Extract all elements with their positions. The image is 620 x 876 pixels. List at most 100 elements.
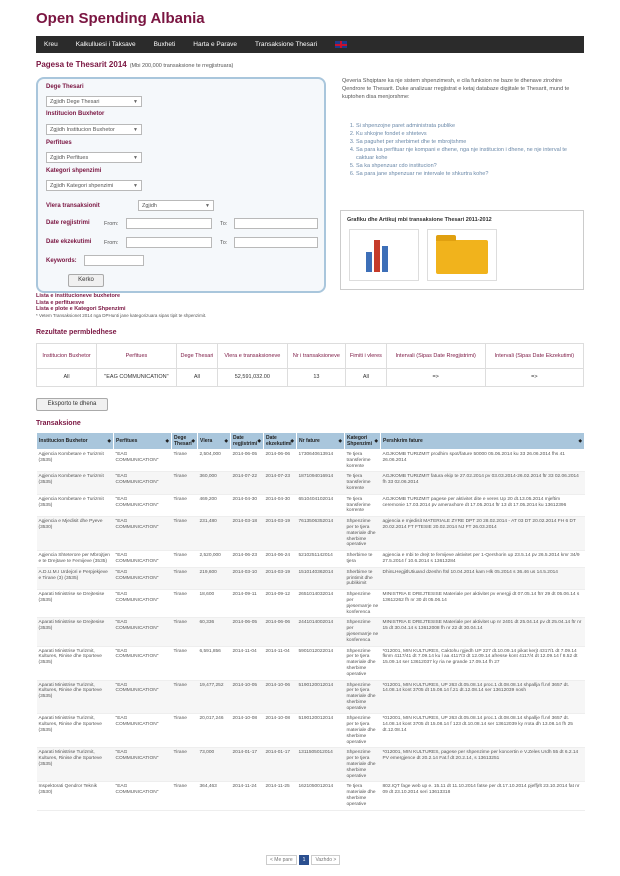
results-cell: All	[345, 367, 387, 388]
table-cell: 2014-07-23	[263, 471, 297, 495]
table-cell: 2014-10-06	[263, 680, 297, 715]
column-header[interactable]: Vlera ◆	[197, 432, 231, 450]
column-header[interactable]: Perfitues ◆	[113, 432, 172, 450]
institucion-label: Institucion Buxhetor	[46, 111, 105, 117]
table-cell: Aparati Ministrise se Drejtesise (3535)	[36, 589, 114, 619]
table-row: Agjencia e Mjedisit dhe Pyeve (3530) "EAG…	[36, 516, 585, 552]
chart-thumbnail[interactable]	[349, 229, 419, 281]
table-cell: *012001, MIN KULTURES, pagese per shpenz…	[380, 747, 585, 783]
from-label: From:	[104, 240, 119, 246]
date-ekz-label: Date ekzekutimi	[46, 239, 92, 245]
nav-harta[interactable]: Harta e Parave	[193, 41, 237, 48]
column-header[interactable]: Date ekzekutimi ◆	[263, 432, 297, 450]
table-cell: 2014-07-22	[230, 471, 264, 495]
table-cell: 5190120012014	[296, 713, 345, 749]
chevron-down-icon: ▼	[133, 183, 138, 189]
column-header[interactable]: Institucion Buxhetor ◆	[36, 432, 114, 450]
table-cell: 2014-03-18	[230, 516, 264, 552]
table-cell: Shpenzime per te tjera materiale dhe she…	[344, 747, 381, 783]
nav-kalkulluesi[interactable]: Kalkulluesi i Taksave	[76, 41, 136, 48]
table-cell: Agjencia Kombetare e Turizmit (3535)	[36, 494, 114, 518]
results-header: Vlera e transaksioneve	[217, 343, 288, 369]
table-cell: AGJKOMB TURIZMIT pagese per aktivitet di…	[380, 494, 585, 518]
date-ekz-to-input[interactable]	[234, 237, 318, 248]
table-cell: 1871094016914	[296, 471, 345, 495]
table-cell: 19,477,252	[197, 680, 231, 715]
table-cell: 1621050012014	[296, 781, 345, 811]
search-button[interactable]: Kerko	[68, 274, 104, 287]
date-ekz-from-input[interactable]	[126, 237, 212, 248]
table-cell: Shpenzime per te tjera materiale dhe she…	[344, 646, 381, 681]
table-cell: Shpenzime per te tjera materiale dhe she…	[344, 680, 381, 715]
table-cell: 2,504,000	[197, 449, 231, 473]
table-cell: 2014-03-19	[263, 516, 297, 552]
search-form: Dege Thesari Zgjidh Dege Thesari ▼ Instit…	[36, 77, 326, 293]
table-cell: "EAG COMMUNICATION"	[113, 747, 172, 783]
dege-label: Dege Thesari	[46, 84, 84, 90]
results-cell: All	[35, 367, 98, 388]
table-cell: 5190120012014	[296, 680, 345, 715]
sort-icon: ◆	[338, 438, 342, 443]
nav-kreu[interactable]: Kreu	[44, 41, 58, 48]
to-label: To:	[220, 240, 228, 246]
table-cell: Te tjera transferime korrente	[344, 494, 381, 518]
table-cell: 2014-10-08	[263, 713, 297, 749]
perfitues-select[interactable]: Zgjidh Perfitues ▼	[46, 152, 142, 163]
institucion-select[interactable]: Zgjidh Institucion Buxhetor ▼	[46, 124, 142, 135]
kategori-select[interactable]: Zgjidh Kategori shpenzimi ▼	[46, 180, 142, 191]
table-cell: Sherbime te printimit dhe publikimit	[344, 567, 381, 591]
nav-transaksione[interactable]: Transaksione Thesari	[255, 41, 317, 48]
table-cell: 469,200	[197, 494, 231, 518]
table-cell: Tirane	[171, 680, 198, 715]
prev-page-button[interactable]: < Me pare	[266, 855, 297, 865]
table-row: Agjencia Kombetare e Turizmit (3535) "EAG…	[36, 494, 585, 518]
table-cell: Agjencia Kombetare e Turizmit (3535)	[36, 471, 114, 495]
table-cell: "EAG COMMUNICATION"	[113, 494, 172, 518]
results-cell: All	[175, 367, 219, 388]
keywords-input[interactable]	[84, 255, 144, 266]
results-table: Institucion Buxhetor Perfitues Dege Thes…	[35, 343, 585, 388]
date-reg-to-input[interactable]	[234, 218, 318, 229]
column-header[interactable]: Dege Thesari ◆	[171, 432, 198, 450]
table-cell: "EAG COMMUNICATION"	[113, 589, 172, 619]
table-cell: 2014-11-04	[230, 646, 264, 681]
vlera-select[interactable]: Zgjidh ▼	[138, 200, 214, 211]
column-header[interactable]: Kategori Shpenzimi ◆	[344, 432, 381, 450]
table-row: Aparati Ministrise Turizmit, Kultures, R…	[36, 646, 585, 681]
table-cell: Agjencia Kombetare e Turizmit (3535)	[36, 449, 114, 473]
chart-bar	[374, 240, 380, 272]
table-cell: 2014-10-08	[230, 713, 264, 749]
results-header: Dege Thesari	[175, 343, 219, 369]
perfitues-label: Perfitues	[46, 140, 72, 146]
page-1-button[interactable]: 1	[298, 855, 310, 865]
table-cell: Sherbime te tjera	[344, 550, 381, 568]
table-cell: Tirane	[171, 617, 198, 647]
site-title[interactable]: Open Spending Albania	[36, 10, 205, 27]
uk-flag-icon[interactable]	[335, 41, 348, 48]
next-page-button[interactable]: Vazhdo >	[311, 855, 341, 865]
table-cell: 2014-11-25	[263, 781, 297, 811]
table-cell: Shpenzime per te tjera materiale dhe she…	[344, 516, 381, 552]
kategori-label: Kategori shpenzimi	[46, 168, 102, 174]
column-header[interactable]: Nr fature ◆	[296, 432, 345, 450]
main-nav: Kreu Kalkulluesi i Taksave Buxheti Harta…	[36, 36, 584, 53]
column-header[interactable]: Pershkrim fature ◆	[380, 432, 585, 450]
question-item: Si shpenzojne paret administrata publike	[356, 122, 584, 130]
dege-select[interactable]: Zgjidh Dege Thesari ▼	[46, 96, 142, 107]
table-cell: "EAG COMMUNICATION"	[113, 471, 172, 495]
sort-icon: ◆	[191, 438, 195, 443]
nav-buxheti[interactable]: Buxheti	[154, 41, 176, 48]
table-cell: "EAG COMMUNICATION"	[113, 449, 172, 473]
table-cell: 2014-03-19	[263, 567, 297, 591]
table-cell: 7613506352014	[296, 516, 345, 552]
folder-thumbnail[interactable]	[427, 229, 497, 281]
table-cell: 364,463	[197, 781, 231, 811]
export-button[interactable]: Eksporto te dhena	[36, 398, 108, 411]
chevron-down-icon: ▼	[133, 127, 138, 133]
date-reg-label: Date regjistrimi	[46, 220, 90, 226]
sort-icon: ◆	[224, 438, 228, 443]
table-cell: Tirane	[171, 471, 198, 495]
date-reg-from-input[interactable]	[126, 218, 212, 229]
column-header[interactable]: Date regjistrimi ◆	[230, 432, 264, 450]
table-cell: Aparati Ministrise Turizmit, Kultures, R…	[36, 646, 114, 681]
